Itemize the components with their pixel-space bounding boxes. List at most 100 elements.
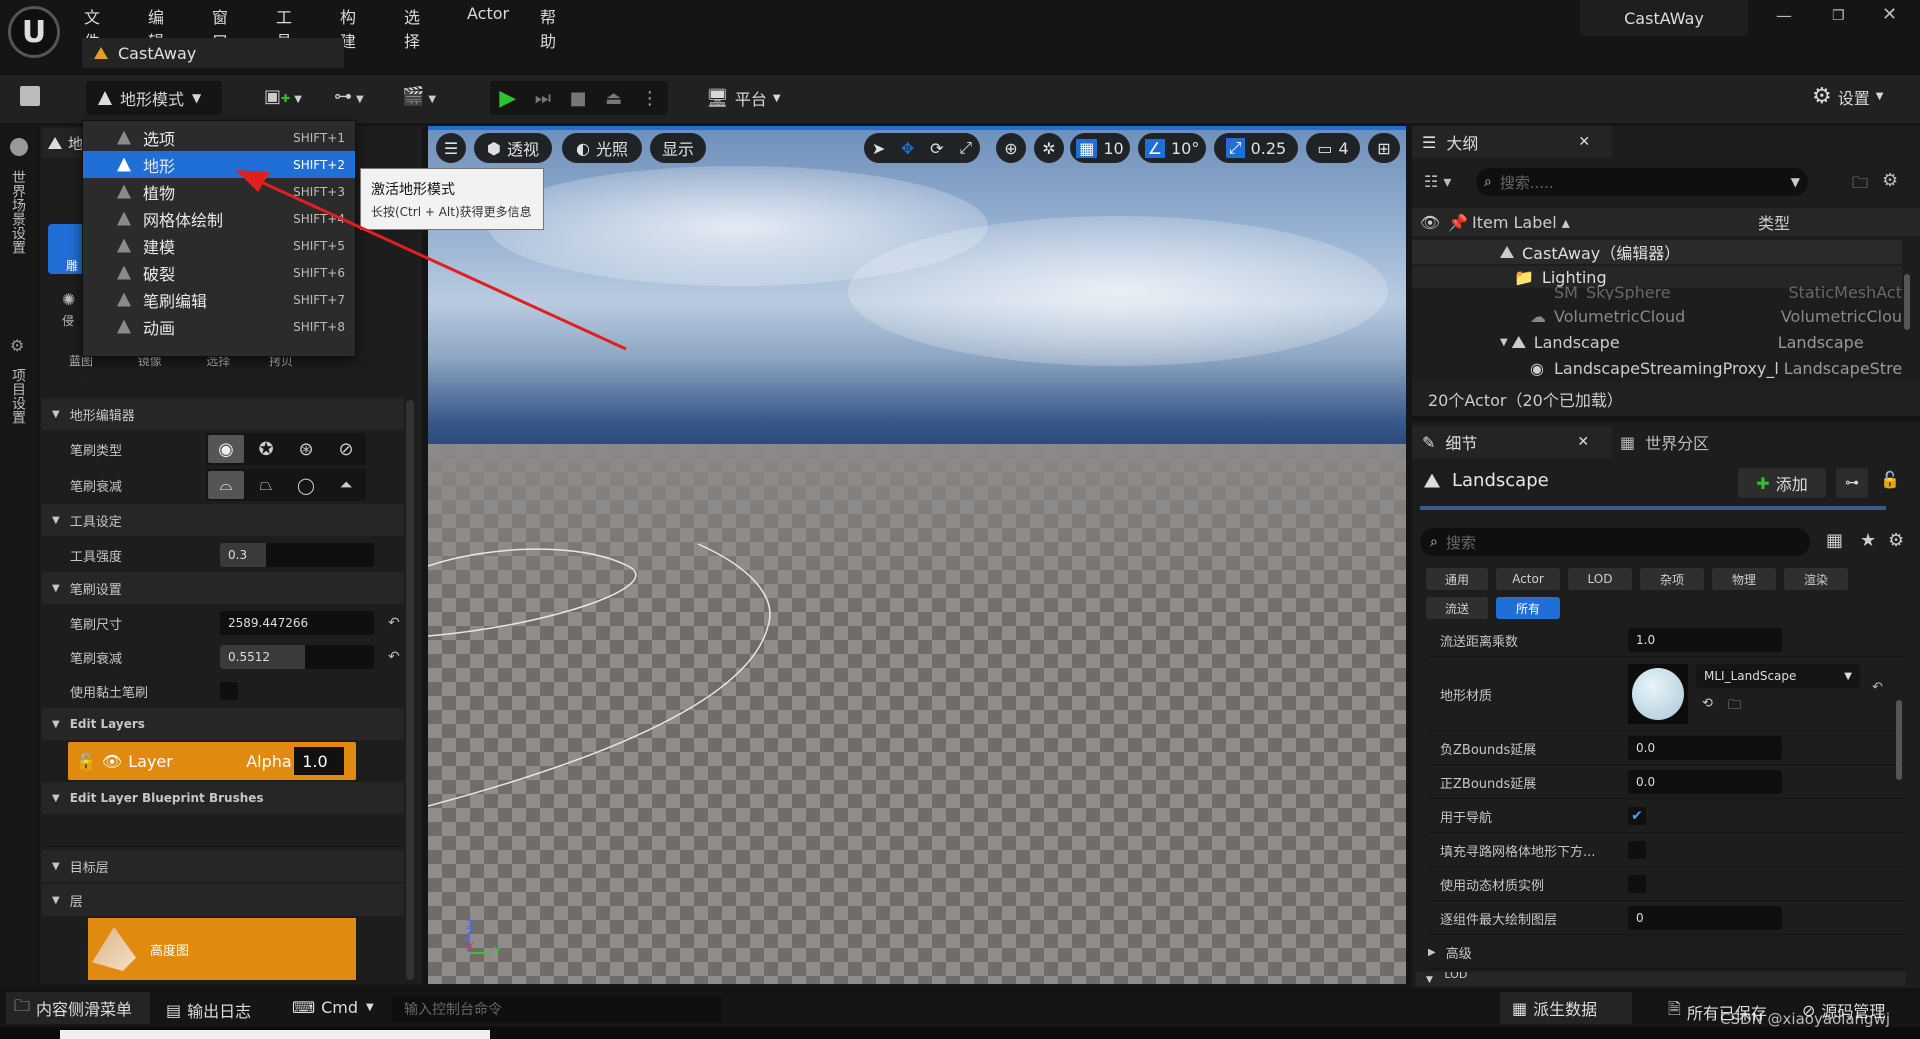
gear-icon[interactable]: ⚙ (1882, 170, 1898, 191)
section-landscape-editor[interactable]: ▼ 地形编辑器 (42, 398, 404, 430)
star-icon[interactable]: ★ (1860, 530, 1876, 551)
world-local-icon[interactable]: ⊕ (996, 133, 1026, 163)
globe-icon[interactable] (10, 138, 28, 156)
close-icon[interactable]: ✕ (1577, 434, 1589, 450)
viewport-layout-icon[interactable]: ⊞ (1368, 133, 1400, 163)
blueprint-icon[interactable]: ⊶ ▼ (334, 86, 364, 107)
unlock-icon[interactable]: 🔓 (76, 752, 96, 771)
perspective-button[interactable]: ⬢ 透视 (474, 133, 552, 163)
menu-help[interactable]: 帮助 (540, 4, 556, 52)
material-asset-picker[interactable]: MLI_LandScape ▼ (1696, 664, 1860, 688)
scale-snap-button[interactable]: ⤢ 0.25 (1214, 133, 1298, 163)
erode-tool-label[interactable]: 侵 (62, 312, 74, 329)
layer-alpha-field[interactable]: 1.0 (294, 747, 345, 775)
details-scrollbar[interactable] (1896, 700, 1902, 780)
show-button[interactable]: 显示 (650, 133, 706, 163)
project-settings-tab[interactable]: 项目设置 (10, 368, 28, 424)
filter-physics[interactable]: 物理 (1712, 568, 1776, 590)
output-log-button[interactable]: ▤ 输出日志 (166, 998, 251, 1022)
mode-option-animation[interactable]: 动画 SHIFT+8 (83, 313, 355, 340)
details-search-input[interactable]: ⌕ 搜索 (1420, 528, 1810, 556)
alpha-brush-icon[interactable]: ✪ (248, 435, 284, 463)
browse-icon[interactable]: 🗀 (1728, 696, 1741, 718)
layer-row[interactable]: 🔓 👁 Layer Alpha 1.0 (68, 742, 356, 780)
lock-icon[interactable]: 🔓 (1880, 470, 1900, 489)
details-tab[interactable]: ✎ 细节 ✕ (1412, 426, 1612, 458)
col-item-label[interactable]: Item Label ▴ (1472, 213, 1758, 232)
dynamic-material-checkbox[interactable] (1628, 875, 1646, 893)
mode-selector[interactable]: 地形模式 ▼ (86, 81, 222, 115)
add-component-button[interactable]: ✚ 添加 (1738, 468, 1826, 498)
visibility-eye-icon[interactable]: 👁 (1412, 213, 1448, 232)
tree-row[interactable]: ◉ LandscapeStreamingProxy_l LandscapeStr… (1412, 356, 1902, 380)
platform-menu[interactable]: 🖥 平台 ▼ (706, 86, 781, 110)
filter-actor[interactable]: Actor (1496, 568, 1560, 590)
streaming-distance-field[interactable]: 1.0 (1628, 628, 1782, 652)
translate-icon[interactable]: ✥ (901, 139, 914, 158)
level-viewport[interactable]: Z X Y (428, 126, 1406, 984)
stop-icon[interactable]: ■ (570, 88, 587, 109)
material-thumbnail[interactable] (1628, 664, 1688, 724)
mode-option-fracture[interactable]: 破裂 SHIFT+6 (83, 259, 355, 286)
pos-z-bounds-field[interactable]: 0.0 (1628, 770, 1782, 794)
filter-icon[interactable]: ☷ ▾ (1424, 172, 1451, 191)
surface-snap-icon[interactable]: ✲ (1034, 133, 1064, 163)
gear-icon[interactable]: ⚙ (1888, 530, 1904, 551)
linear-falloff-icon[interactable]: ⏢ (248, 471, 284, 499)
restore-icon[interactable]: ❐ (1832, 8, 1845, 24)
filter-all[interactable]: 所有 (1496, 597, 1560, 619)
mode-option-landscape[interactable]: 地形 SHIFT+2 (83, 151, 355, 178)
minimize-icon[interactable]: — (1776, 6, 1792, 25)
scale-icon[interactable]: ⤢ (959, 138, 972, 158)
console-input[interactable]: 输入控制台命令 (392, 996, 722, 1022)
section-brush-settings[interactable]: ▼ 笔刷设置 (42, 572, 404, 604)
project-settings-icon[interactable]: ⚙ (10, 336, 28, 355)
max-paint-layers-field[interactable]: 0 (1628, 906, 1782, 930)
eye-icon[interactable]: 👁 (102, 752, 122, 771)
neg-z-bounds-field[interactable]: 0.0 (1628, 736, 1782, 760)
reset-icon[interactable]: ↶ (388, 649, 400, 665)
section-target-layers[interactable]: ▼ 目标层 (42, 850, 404, 882)
mode-option-foliage[interactable]: 植物 SHIFT+3 (83, 178, 355, 205)
blueprint-convert-icon[interactable]: ⊶ (1836, 468, 1868, 498)
add-actor-icon[interactable]: ▣✚ ▼ (264, 86, 302, 107)
chevron-down-icon[interactable]: ▼ (1500, 337, 1508, 348)
filter-streaming[interactable]: 流送 (1426, 597, 1488, 619)
outliner-scrollbar[interactable] (1904, 274, 1910, 330)
navigation-checkbox-checked[interactable]: ✔ (1628, 807, 1646, 825)
tip-falloff-icon[interactable]: ⏶ (328, 471, 364, 499)
section-edit-layers[interactable]: ▼ Edit Layers (42, 708, 404, 740)
section-tool-settings[interactable]: ▼ 工具设定 (42, 504, 404, 536)
tree-row[interactable]: CastAway（编辑器） (1412, 240, 1902, 264)
fill-nav-checkbox[interactable] (1628, 841, 1646, 859)
table-view-icon[interactable]: ▦ (1826, 530, 1843, 551)
content-drawer-button[interactable]: 🗀 内容侧滑菜单 (6, 992, 150, 1024)
play-icon[interactable]: ▶ (499, 86, 516, 111)
advanced-section[interactable]: ▶ 高级 (1428, 936, 1904, 969)
smooth-falloff-icon[interactable]: ⌓ (208, 471, 244, 499)
reset-icon[interactable]: ↶ (1872, 680, 1883, 695)
mode-option-modeling[interactable]: 建模 SHIFT+5 (83, 232, 355, 259)
spherical-falloff-icon[interactable]: ◯ (288, 471, 324, 499)
settings-menu[interactable]: ⚙ 设置 ▼ (1812, 84, 1883, 109)
circle-brush-icon[interactable]: ◉ (208, 435, 244, 463)
tree-row[interactable]: ▼ Landscape Landscape (1412, 330, 1902, 354)
more-options-icon[interactable]: ⋮ (641, 88, 659, 109)
derived-data-button[interactable]: ▦ 派生数据 (1500, 992, 1632, 1024)
tree-row[interactable]: SM_SkySphere StaticMeshAct (1412, 284, 1902, 300)
mode-option-options[interactable]: 选项 SHIFT+1 (83, 124, 355, 151)
outliner-search-input[interactable]: ⌕ 搜索..... ▼ (1476, 168, 1808, 196)
rotate-icon[interactable]: ⟳ (930, 139, 943, 158)
lighting-button[interactable]: ◐ 光照 (562, 133, 642, 163)
cinematics-icon[interactable]: 🎬 ▼ (402, 86, 436, 107)
eject-icon[interactable]: ⏏ (605, 88, 622, 109)
close-icon[interactable]: ✕ (1578, 134, 1590, 150)
lod-section[interactable]: ▼ LOD (1416, 972, 1906, 986)
add-folder-icon[interactable]: 🗀 (1852, 172, 1868, 199)
pin-icon[interactable]: 📌 (1448, 213, 1472, 232)
world-settings-tab[interactable]: 世界场景设置 (10, 170, 28, 254)
unreal-logo-icon[interactable]: U (8, 6, 60, 58)
step-icon[interactable]: ⏭ (535, 88, 551, 109)
brush-falloff-field[interactable]: 0.5512 (220, 645, 374, 669)
menu-actor[interactable]: Actor (467, 4, 509, 23)
